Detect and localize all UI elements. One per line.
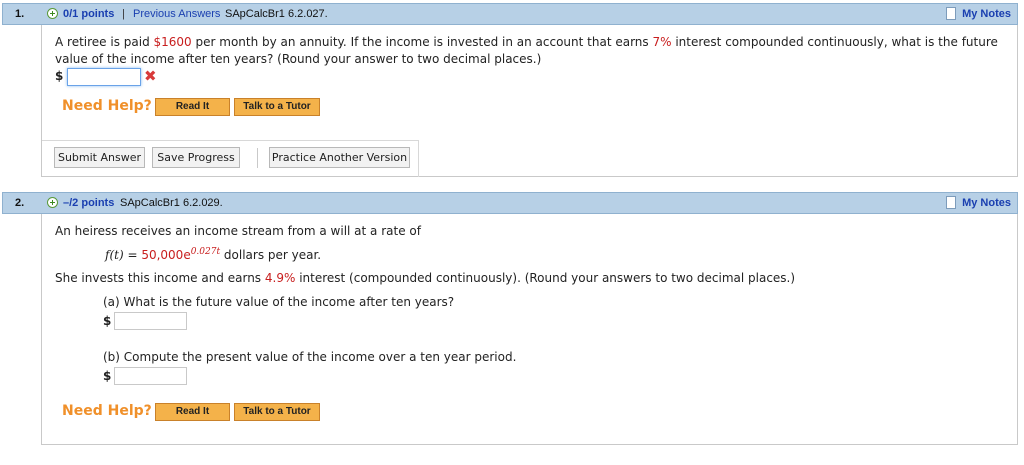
submit-answer-button[interactable]: Submit Answer <box>54 147 145 168</box>
dollar-sign: $ <box>103 369 112 383</box>
question-number: 1. <box>15 8 25 20</box>
notes-page-icon <box>946 7 957 20</box>
question-2-body: An heiress receives an income stream fro… <box>41 214 1018 445</box>
notes-page-icon <box>946 196 957 209</box>
text-segment: interest (compounded continuously). (Rou… <box>295 271 796 285</box>
function-label: f(t) <box>105 248 124 262</box>
rate-function: f(t) = 50,000e0.027t dollars per year. <box>105 247 321 262</box>
question-number: 2. <box>15 197 25 209</box>
text-segment: She invests this income and earns <box>55 271 265 285</box>
investment-text: She invests this income and earns 4.9% i… <box>55 271 795 285</box>
points-score: 0/1 points <box>63 8 115 20</box>
function-units: dollars per year. <box>220 248 322 262</box>
practice-another-version-button[interactable]: Practice Another Version <box>269 147 410 168</box>
save-progress-button[interactable]: Save Progress <box>152 147 240 168</box>
text-segment: A retiree is paid <box>55 35 154 49</box>
question-intro: An heiress receives an income stream fro… <box>55 224 421 238</box>
read-it-button[interactable]: Read It <box>155 98 230 116</box>
header-separator: | <box>122 8 125 20</box>
talk-to-tutor-button[interactable]: Talk to a Tutor <box>234 403 320 421</box>
text-segment: interest compounded continuously, what i… <box>671 35 998 49</box>
previous-answers-link[interactable]: Previous Answers <box>133 8 220 20</box>
talk-to-tutor-button[interactable]: Talk to a Tutor <box>234 98 320 116</box>
question-text-line-1: A retiree is paid $1600 per month by an … <box>55 35 998 49</box>
my-notes-label: My Notes <box>962 8 1011 20</box>
my-notes-button[interactable]: My Notes <box>944 6 1013 22</box>
text-segment: per month by an annuity. If the income i… <box>191 35 653 49</box>
part-b-prompt: (b) Compute the present value of the inc… <box>103 350 517 364</box>
question-1-header: 1. 0/1 points | Previous Answers SApCalc… <box>2 3 1018 25</box>
part-a-prompt: (a) What is the future value of the inco… <box>103 295 455 309</box>
question-text-line-2: value of the income after ten years? (Ro… <box>55 52 542 66</box>
function-value: 50,000e <box>141 248 191 262</box>
my-notes-label: My Notes <box>962 197 1011 209</box>
need-help-label: Need Help? <box>62 98 152 114</box>
highlight-amount: $1600 <box>153 35 192 49</box>
expand-plus-icon[interactable] <box>47 8 58 19</box>
dollar-sign: $ <box>103 314 112 328</box>
button-separator <box>257 148 258 168</box>
answer-action-bar: Submit Answer Save Progress Practice Ano… <box>42 140 419 177</box>
dollar-sign: $ <box>55 69 64 83</box>
part-b-answer-input[interactable] <box>114 367 187 385</box>
points-score: –/2 points <box>63 197 115 209</box>
question-2-header: 2. –/2 points SApCalcBr1 6.2.029. My Not… <box>2 192 1018 214</box>
part-a-answer-input[interactable] <box>114 312 187 330</box>
expand-plus-icon[interactable] <box>47 197 58 208</box>
question-code: SApCalcBr1 6.2.029. <box>120 197 223 209</box>
question-1-body: A retiree is paid $1600 per month by an … <box>41 25 1018 177</box>
incorrect-x-icon: ✖ <box>144 67 157 85</box>
function-exponent: 0.027t <box>190 247 221 257</box>
answer-input[interactable] <box>67 68 141 86</box>
highlight-rate: 7% <box>652 35 672 49</box>
equals-sign: = <box>123 248 142 262</box>
my-notes-button[interactable]: My Notes <box>944 195 1013 211</box>
highlight-rate: 4.9% <box>264 271 296 285</box>
read-it-button[interactable]: Read It <box>155 403 230 421</box>
question-code: SApCalcBr1 6.2.027. <box>225 8 328 20</box>
need-help-label: Need Help? <box>62 403 152 419</box>
